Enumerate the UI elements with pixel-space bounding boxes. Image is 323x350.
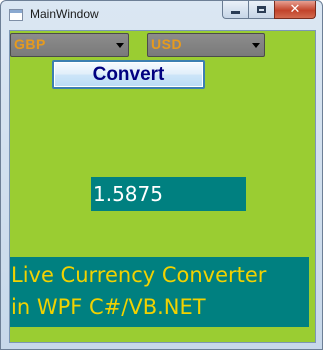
convert-button[interactable]: Convert bbox=[52, 60, 205, 89]
maximize-button[interactable] bbox=[248, 1, 274, 19]
app-window-icon bbox=[9, 9, 23, 21]
caption-buttons: ✕ bbox=[222, 1, 316, 20]
from-currency-value: GBP bbox=[14, 36, 46, 52]
client-area: GBP USD Convert 1.5875 Live Currency Con… bbox=[9, 30, 316, 343]
minimize-icon bbox=[231, 11, 240, 14]
from-currency-combobox[interactable]: GBP bbox=[10, 33, 129, 57]
chevron-down-icon bbox=[116, 43, 124, 48]
banner-line-1: Live Currency Converter bbox=[11, 263, 267, 287]
chevron-down-icon bbox=[252, 43, 260, 48]
maximize-icon bbox=[257, 6, 266, 13]
main-window: MainWindow ✕ GBP USD Convert 1.5875 Live… bbox=[0, 0, 323, 350]
title-banner: Live Currency Converter in WPF C#/VB.NET bbox=[10, 257, 309, 327]
title-bar[interactable]: MainWindow ✕ bbox=[1, 1, 322, 29]
banner-line-2: in WPF C#/VB.NET bbox=[11, 295, 206, 319]
result-display: 1.5875 bbox=[91, 177, 246, 211]
minimize-button[interactable] bbox=[222, 1, 248, 19]
to-currency-value: USD bbox=[151, 36, 183, 52]
close-button[interactable]: ✕ bbox=[274, 1, 316, 19]
to-currency-combobox[interactable]: USD bbox=[147, 33, 265, 57]
close-icon: ✕ bbox=[289, 2, 301, 17]
window-title: MainWindow bbox=[30, 7, 99, 21]
